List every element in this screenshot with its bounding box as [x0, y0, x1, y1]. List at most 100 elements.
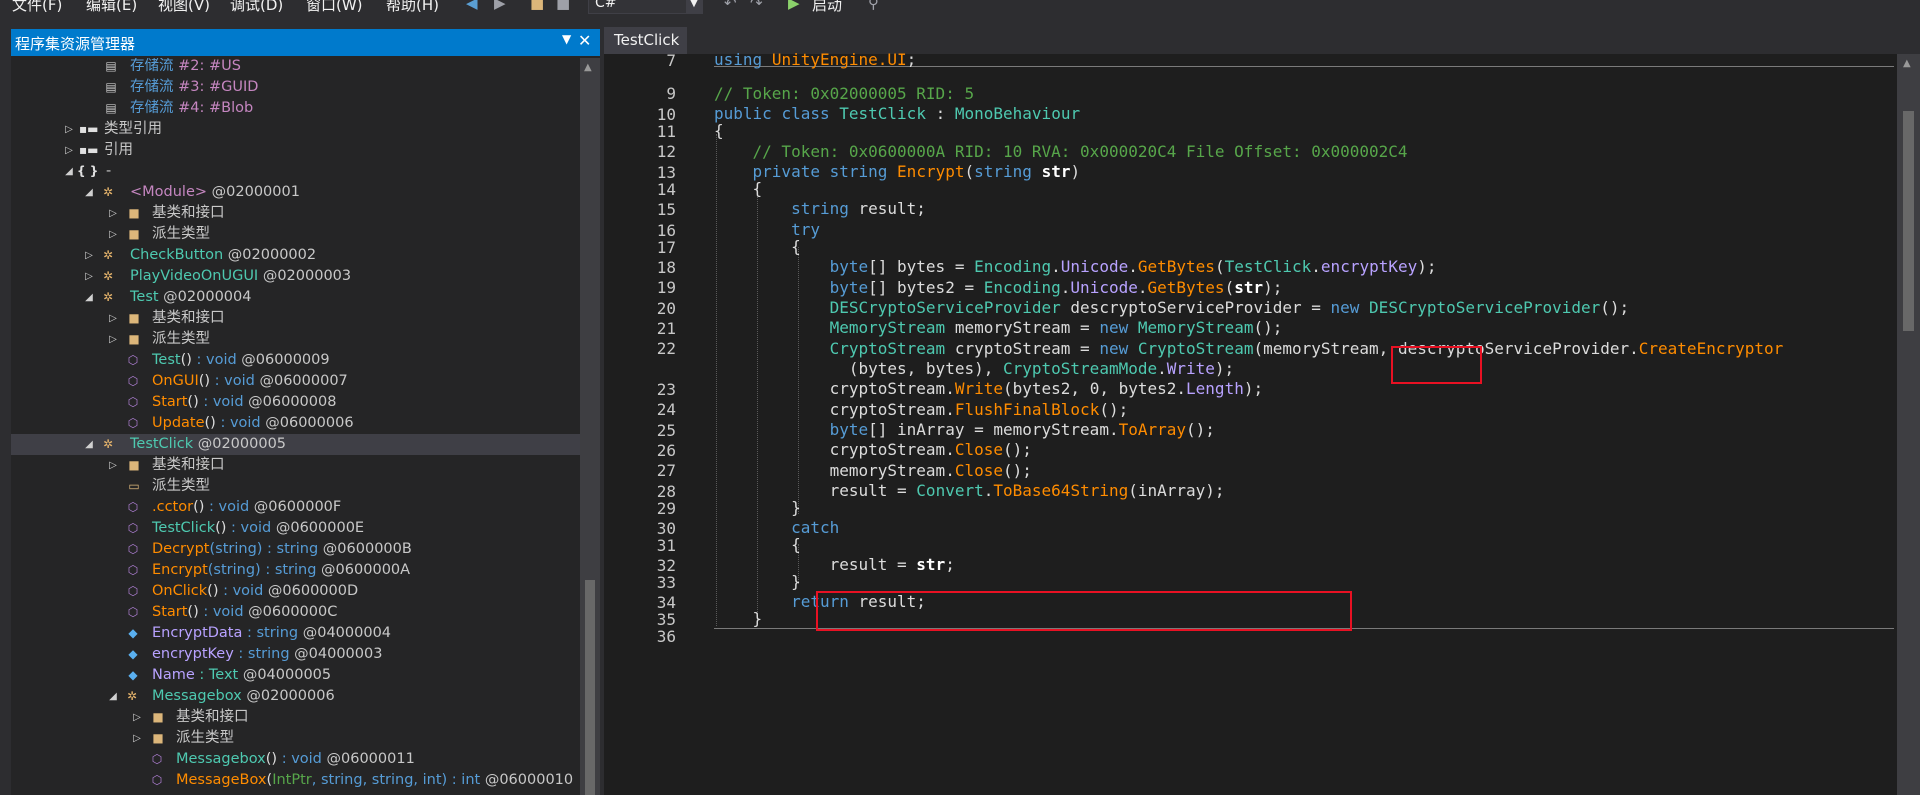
tab-testclick[interactable]: TestClick — [604, 27, 687, 54]
expand-icon[interactable]: ▷ — [63, 140, 75, 161]
tree-item-signature: () — [198, 373, 211, 389]
tree-item[interactable]: ⬡ Update() : void @06000006 — [11, 413, 580, 434]
expand-icon[interactable]: ▷ — [107, 224, 119, 245]
tree-item[interactable]: ◆ EncryptData : string @04000004 — [11, 623, 580, 644]
code-area[interactable]: using UnityEngine.UI; // Token: 0x020000… — [714, 50, 1894, 795]
code-text: (bytes2, 0, bytes2. — [1003, 379, 1187, 398]
dropdown-icon[interactable]: ▼ — [562, 32, 571, 46]
tree-item[interactable]: ▭ 派生类型 — [11, 476, 580, 497]
tree-item-return-type: : string — [233, 646, 290, 662]
editor-scrollbar[interactable]: ▲ — [1897, 54, 1920, 795]
search-icon[interactable]: ⚲ — [868, 0, 879, 12]
forward-icon[interactable]: ▶ — [494, 0, 506, 12]
explorer-scrollbar[interactable]: ▲ — [580, 58, 600, 795]
menu-help[interactable]: 帮助(H) — [386, 0, 439, 14]
tree-item[interactable]: ⬡ TestClick() : void @0600000E — [11, 518, 580, 539]
tree-item[interactable]: ▷ ▪▬ 类型引用 — [11, 119, 580, 140]
scroll-up-icon[interactable]: ▲ — [1903, 58, 1911, 69]
close-icon[interactable]: ✕ — [578, 31, 591, 50]
tree-item[interactable]: ▤ 存储流 #2: #US — [11, 58, 580, 77]
tree-item[interactable]: ▷ ■ 派生类型 — [11, 329, 580, 350]
tree-item[interactable]: ◢ ✲ Messagebox @02000006 — [11, 686, 580, 707]
tree-item[interactable]: ◢ ✲ <Module> @02000001 — [11, 182, 580, 203]
method-name: Close — [954, 461, 1003, 480]
expand-icon[interactable]: ▷ — [131, 707, 143, 728]
code-editor[interactable]: 7 9 10 11 12 13 14 15 16 17 18 19 20 21 … — [604, 50, 1920, 795]
save-all-icon[interactable]: ■ — [556, 0, 570, 12]
type-name: DESCryptoServiceProvider — [829, 298, 1061, 317]
collapse-icon[interactable]: ◢ — [83, 287, 95, 308]
tree-item[interactable]: ⬡ Decrypt(string) : string @0600000B — [11, 539, 580, 560]
menu-edit[interactable]: 编辑(E) — [86, 0, 137, 14]
expand-icon[interactable]: ▷ — [83, 266, 95, 287]
menu-debug[interactable]: 调试(D) — [230, 0, 283, 14]
expand-icon[interactable]: ▷ — [107, 203, 119, 224]
collapse-icon[interactable]: ◢ — [83, 182, 95, 203]
brace: } — [791, 498, 801, 517]
expand-icon[interactable]: ▷ — [107, 308, 119, 329]
tree-item[interactable]: ◢ ✲ Test @02000004 — [11, 287, 580, 308]
tree-item[interactable]: ▷ ■ 派生类型 — [11, 728, 580, 749]
expand-icon[interactable]: ▷ — [107, 455, 119, 476]
punctuation: ; — [945, 555, 955, 574]
language-select[interactable]: C# ▼ — [588, 0, 703, 14]
tree-item[interactable]: ◆ Name : Text @04000005 — [11, 665, 580, 686]
tree-item[interactable]: ▤ 存储流 #3: #GUID — [11, 77, 580, 98]
type-name: Encoding — [974, 257, 1052, 276]
brace: { — [791, 535, 801, 554]
method-name: CreateEncryptor — [1638, 339, 1784, 358]
keyword: string — [974, 162, 1032, 181]
line-number: 9 — [666, 84, 676, 103]
comment: // Token: 0x0600000A RID: 10 RVA: 0x0000… — [752, 142, 1408, 161]
scrollbar-thumb[interactable] — [1903, 111, 1914, 331]
parameter: str — [1234, 278, 1264, 297]
tree-item[interactable]: ▷ ▪▬ 引用 — [11, 140, 580, 161]
brace: } — [752, 609, 763, 628]
collapse-icon[interactable]: ◢ — [63, 161, 75, 182]
menu-view[interactable]: 视图(V) — [158, 0, 210, 14]
tree-item[interactable]: ▷ ■ 派生类型 — [11, 224, 580, 245]
tree-item[interactable]: ▷ ■ 基类和接口 — [11, 308, 580, 329]
tree-item[interactable]: ▷ ■ 基类和接口 — [11, 203, 580, 224]
tree-item[interactable]: ⬡ .cctor() : void @0600000F — [11, 497, 580, 518]
method-icon: ⬡ — [127, 521, 139, 535]
menu-window[interactable]: 窗口(W) — [306, 0, 363, 14]
start-icon[interactable]: ▶ — [788, 0, 800, 12]
tree-item[interactable]: ⬡ OnClick() : void @0600000D — [11, 581, 580, 602]
tree-item-signature: () — [207, 583, 219, 599]
scrollbar-thumb[interactable] — [585, 580, 595, 795]
tree-item[interactable]: ⬡ Start() : void @06000008 — [11, 392, 580, 413]
tree-item[interactable]: ⬡ MessageBox(IntPtr, string, string, int… — [11, 770, 580, 791]
tree-item[interactable]: ⬡ Messagebox() : void @06000011 — [11, 749, 580, 770]
tree-item[interactable]: ⬡ Encrypt(string) : string @0600000A — [11, 560, 580, 581]
tree-item[interactable]: ⬡ Test() : void @06000009 — [11, 350, 580, 371]
tree-item[interactable]: ⬡ OnGUI() : void @06000007 — [11, 371, 580, 392]
expand-icon[interactable]: ▷ — [83, 245, 95, 266]
method-icon: ⬡ — [127, 353, 139, 367]
code-text: cryptoStream. — [829, 379, 955, 398]
tree-item[interactable]: ◢ { } - — [11, 161, 580, 182]
method-name: ToBase64String — [993, 481, 1129, 500]
expand-icon[interactable]: ▷ — [107, 329, 119, 350]
redo-icon[interactable]: ↷ — [750, 0, 763, 12]
start-label[interactable]: 启动 — [812, 0, 842, 14]
open-icon[interactable]: ■ — [530, 0, 544, 12]
punctuation: (); — [1003, 440, 1032, 459]
expand-icon[interactable]: ▷ — [63, 119, 75, 140]
tree-item-label: Messagebox — [152, 688, 242, 704]
scroll-up-icon[interactable]: ▲ — [584, 62, 592, 73]
collapse-icon[interactable]: ◢ — [107, 686, 119, 707]
undo-icon[interactable]: ↶ — [724, 0, 737, 12]
tree-item-selected[interactable]: ◢ ✲ TestClick @02000005 — [11, 434, 580, 455]
tree-item[interactable]: ◆ encryptKey : string @04000003 — [11, 644, 580, 665]
expand-icon[interactable]: ▷ — [131, 728, 143, 749]
tree-item[interactable]: ▤ 存储流 #4: #Blob — [11, 98, 580, 119]
menu-file[interactable]: 文件(F) — [12, 0, 62, 14]
tree-item[interactable]: ▷ ■ 基类和接口 — [11, 707, 580, 728]
tree-item[interactable]: ⬡ Start() : void @0600000C — [11, 602, 580, 623]
tree-item[interactable]: ▷ ✲ CheckButton @02000002 — [11, 245, 580, 266]
collapse-icon[interactable]: ◢ — [83, 434, 95, 455]
back-icon[interactable]: ◀ — [466, 0, 478, 12]
tree-item[interactable]: ▷ ✲ PlayVideoOnUGUI @02000003 — [11, 266, 580, 287]
tree-item[interactable]: ▷ ■ 基类和接口 — [11, 455, 580, 476]
